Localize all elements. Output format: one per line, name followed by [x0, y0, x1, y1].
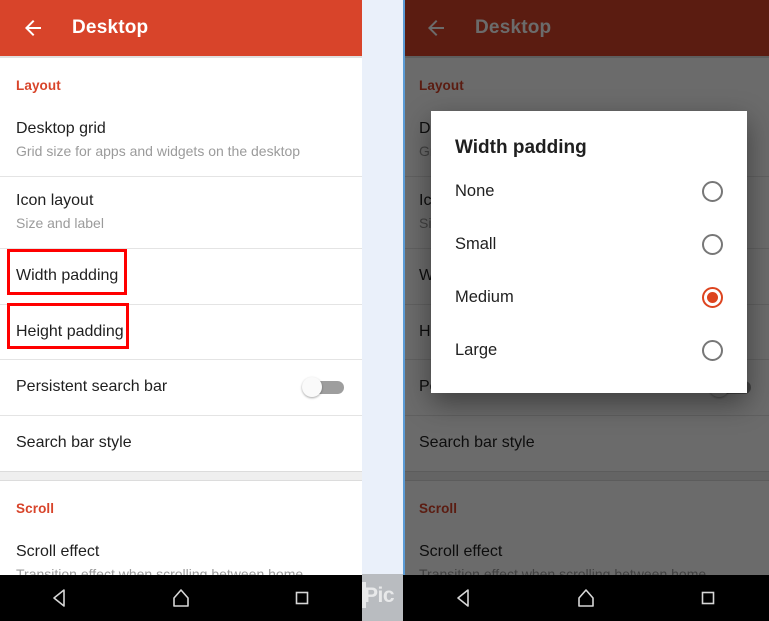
persistent-search-bar-toggle[interactable] — [298, 375, 344, 399]
nav-home-icon[interactable] — [168, 585, 194, 611]
dialog-title: Width padding — [455, 137, 587, 158]
radio-button-medium[interactable] — [702, 287, 723, 308]
arrow-left-icon — [21, 16, 45, 40]
nav-back-icon[interactable] — [47, 585, 73, 611]
option-label: None — [455, 182, 495, 200]
section-divider — [0, 471, 362, 481]
nav-recents-icon[interactable] — [289, 585, 315, 611]
width-padding-dialog: Width padding None Small Medium Large — [431, 111, 747, 393]
row-persistent-search-bar[interactable]: Persistent search bar — [0, 360, 362, 416]
left-phone-panel: Desktop Layout Desktop grid Grid size fo… — [0, 0, 362, 621]
row-title: Desktop grid — [16, 120, 106, 137]
page-title: Desktop — [72, 17, 149, 38]
section-header-layout: Layout — [16, 78, 61, 93]
radio-button-none[interactable] — [702, 181, 723, 202]
app-bar-left: Desktop — [0, 0, 362, 56]
row-subtitle: Size and label — [16, 215, 104, 231]
row-title: Width padding — [16, 267, 119, 284]
row-search-bar-style[interactable]: Search bar style — [0, 416, 362, 471]
row-title: Persistent search bar — [16, 378, 168, 395]
dialog-option-none[interactable]: None — [431, 165, 747, 218]
radio-button-small[interactable] — [702, 234, 723, 255]
option-label: Small — [455, 235, 497, 253]
row-title: Scroll effect — [16, 543, 100, 560]
right-phone-panel: Desktop Layout Desktop grid Grid size fo… — [403, 0, 769, 621]
dialog-option-large[interactable]: Large — [431, 324, 747, 377]
radio-button-large[interactable] — [702, 340, 723, 361]
watermark-text: Pic — [364, 584, 395, 607]
row-desktop-grid[interactable]: Desktop grid Grid size for apps and widg… — [0, 105, 362, 177]
back-button[interactable] — [16, 11, 50, 45]
toggle-thumb — [302, 377, 322, 397]
settings-list-left[interactable]: Layout Desktop grid Grid size for apps a… — [0, 56, 362, 621]
row-title: Height padding — [16, 322, 124, 340]
dialog-option-small[interactable]: Small — [431, 218, 747, 271]
option-label: Medium — [455, 288, 514, 306]
android-nav-bar-left[interactable] — [0, 575, 362, 621]
nav-back-icon[interactable] — [451, 585, 477, 611]
row-subtitle: Grid size for apps and widgets on the de… — [16, 143, 301, 159]
row-title: Icon layout — [16, 192, 94, 209]
watermark: Pic — [362, 574, 403, 621]
dialog-option-medium[interactable]: Medium — [431, 271, 747, 324]
section-header-scroll: Scroll — [16, 501, 55, 516]
nav-home-icon[interactable] — [573, 585, 599, 611]
android-nav-bar-right[interactable] — [403, 575, 769, 621]
panel-edge-line — [403, 0, 405, 621]
nav-recents-icon[interactable] — [695, 585, 721, 611]
row-title: Search bar style — [16, 434, 132, 451]
row-icon-layout[interactable]: Icon layout Size and label — [0, 177, 362, 249]
screenshot-stage: Desktop Layout Desktop grid Grid size fo… — [0, 0, 769, 621]
option-label: Large — [455, 341, 498, 359]
row-width-padding[interactable]: Width padding — [0, 249, 362, 305]
row-height-padding[interactable]: Height padding — [0, 305, 362, 360]
